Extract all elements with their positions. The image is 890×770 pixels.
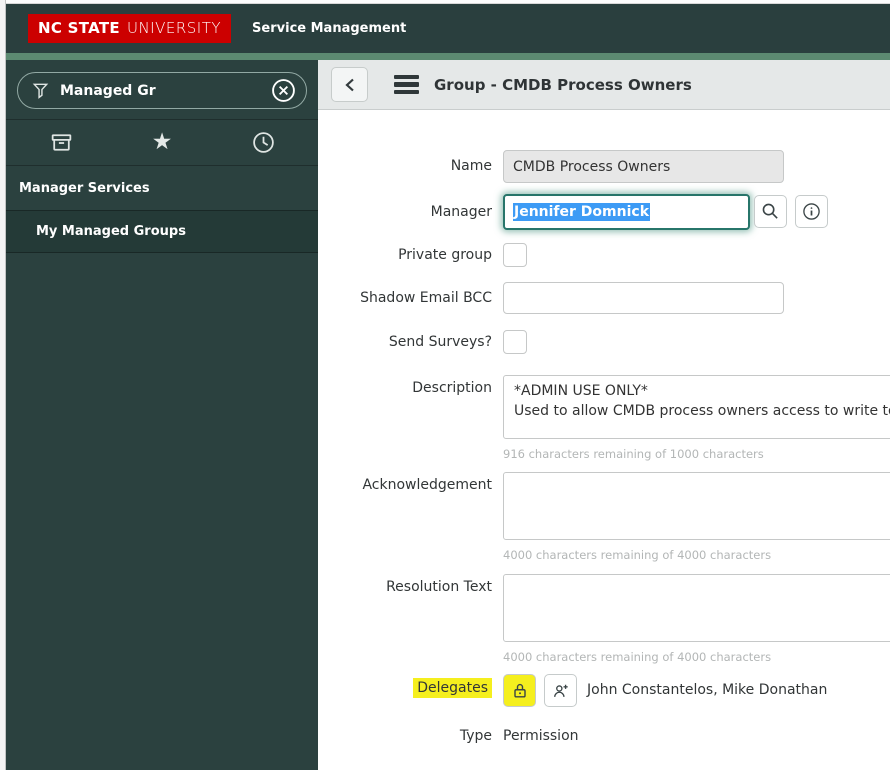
acknowledgement-row: Acknowledgement 4000 characters remainin… <box>318 472 890 562</box>
shadow-email-bcc-field[interactable] <box>503 282 784 314</box>
manager-row: Manager Jennifer Domnick <box>318 194 828 230</box>
delegates-add-person-button[interactable] <box>544 674 577 707</box>
description-row: Description *ADMIN USE ONLY* Used to all… <box>318 375 890 461</box>
type-label: Type <box>459 728 492 744</box>
name-label: Name <box>450 158 492 174</box>
manager-field[interactable]: Jennifer Domnick <box>503 194 750 230</box>
delegates-value: John Constantelos, Mike Donathan <box>587 682 828 698</box>
sidebar-filter-input[interactable]: Managed Gr <box>17 72 307 109</box>
top-banner: NC STATE UNIVERSITY Service Management <box>6 4 890 53</box>
logo-primary-text: NC STATE <box>38 19 120 37</box>
resolution-text-field[interactable] <box>503 574 890 642</box>
manager-label: Manager <box>430 204 492 220</box>
resolution-text-row: Resolution Text 4000 characters remainin… <box>318 574 890 664</box>
resolution-text-label: Resolution Text <box>386 579 492 595</box>
sidebar-tab-favorites[interactable]: ★ <box>140 123 184 163</box>
acknowledgement-field-group: 4000 characters remaining of 4000 charac… <box>503 472 890 562</box>
app-title: Service Management <box>252 21 407 36</box>
type-row: Type Permission <box>318 728 579 744</box>
sidebar-tab-history[interactable] <box>241 123 285 163</box>
sidebar-tab-all-applications[interactable] <box>39 123 83 163</box>
archive-box-icon <box>49 130 74 155</box>
delegates-row: Delegates John Constantelos, Mike Donath… <box>318 674 827 707</box>
lock-icon <box>510 681 530 701</box>
sidebar-filter-value: Managed Gr <box>60 82 156 99</box>
description-field[interactable]: *ADMIN USE ONLY* Used to allow CMDB proc… <box>503 375 890 439</box>
sidebar: Managed Gr ★ Manager Services My Managed… <box>6 60 318 770</box>
back-button[interactable] <box>331 67 368 102</box>
description-label: Description <box>412 380 492 396</box>
manager-info-button[interactable] <box>795 195 828 228</box>
nc-state-logo[interactable]: NC STATE UNIVERSITY <box>28 14 232 43</box>
sidebar-item-my-managed-groups[interactable]: My Managed Groups <box>6 210 318 253</box>
resolution-text-counter: 4000 characters remaining of 4000 charac… <box>503 650 772 664</box>
search-icon <box>761 202 780 221</box>
manager-field-selected-text: Jennifer Domnick <box>513 203 651 221</box>
add-person-icon <box>551 681 571 701</box>
send-surveys-checkbox[interactable] <box>503 330 527 354</box>
logo-secondary-text: UNIVERSITY <box>126 19 222 37</box>
acknowledgement-label: Acknowledgement <box>362 477 492 493</box>
private-group-row: Private group <box>318 243 527 267</box>
chevron-left-icon <box>343 77 357 93</box>
content-toolbar: Group - CMDB Process Owners <box>318 60 890 110</box>
info-icon <box>802 202 821 221</box>
page: NC STATE UNIVERSITY Service Management M… <box>0 0 890 770</box>
shadow-email-bcc-label: Shadow Email BCC <box>360 290 492 306</box>
group-form: Name Manager Jennifer Domnick <box>318 110 890 770</box>
shadow-email-bcc-row: Shadow Email BCC <box>318 282 784 314</box>
filter-funnel-icon <box>31 81 50 100</box>
context-menu-button[interactable] <box>394 74 419 95</box>
circle-x-icon[interactable] <box>271 78 296 103</box>
name-row: Name <box>318 150 784 183</box>
private-group-checkbox[interactable] <box>503 243 527 267</box>
sidebar-section-title: Manager Services <box>19 181 150 196</box>
accent-strip <box>6 53 890 60</box>
send-surveys-row: Send Surveys? <box>318 330 527 354</box>
description-field-group: *ADMIN USE ONLY* Used to allow CMDB proc… <box>503 375 890 461</box>
manager-lookup-button[interactable] <box>754 195 787 228</box>
delegates-lock-button[interactable] <box>503 674 536 707</box>
type-value: Permission <box>503 728 579 744</box>
name-field[interactable] <box>503 150 784 183</box>
acknowledgement-field[interactable] <box>503 472 890 540</box>
clock-icon <box>251 130 276 155</box>
delegates-label: Delegates <box>318 674 492 703</box>
hamburger-icon <box>394 74 419 80</box>
description-counter: 916 characters remaining of 1000 charact… <box>503 447 764 461</box>
delegates-buttons <box>503 674 577 707</box>
send-surveys-label: Send Surveys? <box>388 334 492 350</box>
acknowledgement-counter: 4000 characters remaining of 4000 charac… <box>503 548 772 562</box>
sidebar-tabs: ★ <box>6 119 318 166</box>
manager-buttons <box>754 195 828 228</box>
record-title: Group - CMDB Process Owners <box>434 75 692 94</box>
private-group-label: Private group <box>398 247 492 263</box>
resolution-text-field-group: 4000 characters remaining of 4000 charac… <box>503 574 890 664</box>
sidebar-item-label: My Managed Groups <box>36 224 186 239</box>
star-icon: ★ <box>151 129 173 155</box>
